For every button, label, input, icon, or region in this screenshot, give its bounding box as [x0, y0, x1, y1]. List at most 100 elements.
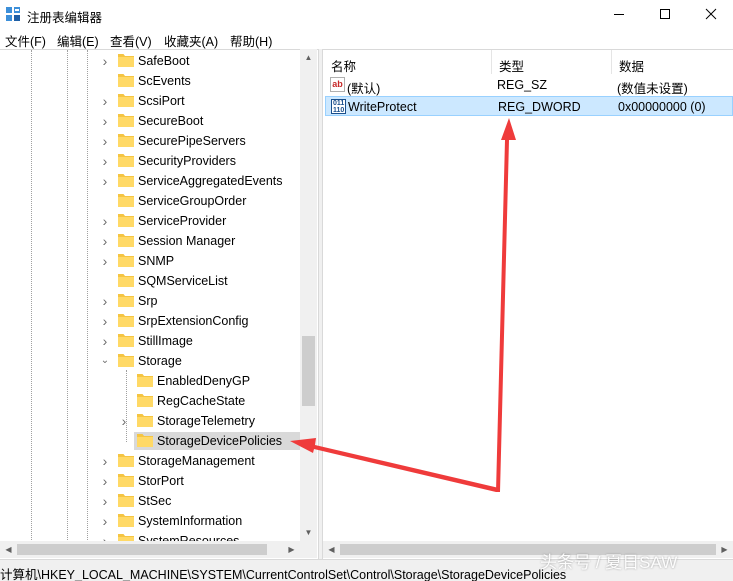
tree-horizontal-scrollbar[interactable]: ◀ ▶	[0, 541, 300, 558]
scroll-right-icon[interactable]: ▶	[716, 541, 733, 558]
chevron-right-icon[interactable]: ›	[100, 214, 110, 228]
title-bar: 注册表编辑器	[0, 0, 733, 28]
tree-item[interactable]: › Session Manager	[0, 231, 300, 251]
tree-item-label: Storage	[138, 354, 182, 368]
scroll-left-icon[interactable]: ◀	[0, 541, 17, 558]
value-list-pane: 名称 类型 数据 ab (默认) REG_SZ (数值未设置) 011 110 Write…	[323, 49, 733, 559]
column-header-data[interactable]: 数据	[611, 50, 733, 74]
list-cell-name: (默认)	[347, 82, 381, 96]
folder-icon	[137, 434, 153, 447]
list-row[interactable]: 011 110 WriteProtect REG_DWORD 0x00000000 (…	[325, 96, 733, 116]
tree-item[interactable]: ServiceGroupOrder	[0, 191, 300, 211]
chevron-right-icon[interactable]: ›	[100, 234, 110, 248]
tree-item[interactable]: SQMServiceList	[0, 271, 300, 291]
tree-hscroll-thumb[interactable]	[17, 544, 267, 555]
binary-value-icon: 011 110	[331, 99, 346, 114]
tree-item[interactable]: › SecureBoot	[0, 111, 300, 131]
list-cell-data: (数值未设置)	[617, 82, 688, 96]
chevron-right-icon[interactable]: ›	[100, 54, 110, 68]
tree-item[interactable]: › StorPort	[0, 471, 300, 491]
tree-item-label: RegCacheState	[157, 394, 246, 408]
tree-item[interactable]: › ScsiPort	[0, 91, 300, 111]
folder-icon	[118, 274, 134, 287]
chevron-right-icon[interactable]: ›	[100, 334, 110, 348]
tree-item-label: ScEvents	[138, 74, 191, 88]
chevron-right-icon[interactable]: ›	[100, 314, 110, 328]
maximize-button[interactable]	[642, 0, 688, 28]
tree-item[interactable]: StorageDevicePolicies	[0, 431, 314, 451]
chevron-right-icon[interactable]: ›	[100, 134, 110, 148]
menu-favorites[interactable]: 收藏夹(A)	[164, 31, 218, 50]
column-header-name[interactable]: 名称	[323, 50, 491, 74]
tree-item-label: StSec	[138, 494, 172, 508]
tree-item[interactable]: › StillImage	[0, 331, 300, 351]
tree-item[interactable]: › ServiceAggregatedEvents	[0, 171, 300, 191]
tree-item[interactable]: RegCacheState	[0, 391, 300, 411]
tree-item[interactable]: › StorageManagement	[0, 451, 300, 471]
tree-item[interactable]: › SystemInformation	[0, 511, 300, 531]
column-header-type[interactable]: 类型	[491, 50, 611, 74]
chevron-right-icon[interactable]: ›	[100, 114, 110, 128]
list-cell-name: WriteProtect	[348, 100, 417, 114]
menu-view[interactable]: 查看(V)	[110, 31, 152, 50]
chevron-right-icon[interactable]: ›	[100, 174, 110, 188]
folder-icon	[118, 174, 134, 187]
tree-item[interactable]: › SecurePipeServers	[0, 131, 300, 151]
tree-item[interactable]: › SafeBoot	[0, 51, 300, 71]
tree-item-label: ServiceGroupOrder	[138, 194, 247, 208]
list-cell-type: REG_SZ	[497, 78, 548, 92]
tree-item[interactable]: › ServiceProvider	[0, 211, 300, 231]
folder-icon	[137, 374, 153, 387]
folder-icon	[118, 454, 134, 467]
tree-item-label: StorPort	[138, 474, 184, 488]
tree-vertical-scrollbar[interactable]: ▲ ▼	[300, 49, 317, 541]
tree-item-label: SecureBoot	[138, 114, 204, 128]
chevron-right-icon[interactable]: ›	[100, 94, 110, 108]
menu-help[interactable]: 帮助(H)	[230, 31, 272, 50]
close-button[interactable]	[688, 0, 733, 28]
chevron-down-icon[interactable]: ⌄	[100, 354, 110, 368]
scroll-left-icon[interactable]: ◀	[323, 541, 340, 558]
regedit-app-icon	[6, 7, 20, 21]
menu-bar: 文件(F) 编辑(E) 查看(V) 收藏夹(A) 帮助(H)	[0, 28, 733, 49]
tree-item-label: SecurityProviders	[138, 154, 236, 168]
chevron-right-icon[interactable]: ›	[100, 154, 110, 168]
tree-item[interactable]: › StorageTelemetry	[0, 411, 300, 431]
tree-item-label: Srp	[138, 294, 158, 308]
tree-item[interactable]: › Srp	[0, 291, 300, 311]
tree-item-label: ServiceAggregatedEvents	[138, 174, 283, 188]
tree-item-label: StillImage	[138, 334, 193, 348]
tree-item[interactable]: › SecurityProviders	[0, 151, 300, 171]
tree-item[interactable]: EnabledDenyGP	[0, 371, 300, 391]
chevron-right-icon[interactable]: ›	[119, 414, 129, 428]
tree-item[interactable]: › SNMP	[0, 251, 300, 271]
string-value-icon: ab	[330, 77, 345, 92]
tree-scroll-thumb[interactable]	[302, 336, 315, 406]
chevron-right-icon[interactable]: ›	[100, 454, 110, 468]
tree-item-label: SrpExtensionConfig	[138, 314, 249, 328]
tree-item[interactable]: › SrpExtensionConfig	[0, 311, 300, 331]
menu-edit[interactable]: 编辑(E)	[57, 31, 99, 50]
chevron-right-icon[interactable]: ›	[100, 474, 110, 488]
tree-item-label: SystemInformation	[138, 514, 243, 528]
scroll-down-icon[interactable]: ▼	[300, 524, 317, 541]
chevron-right-icon[interactable]: ›	[100, 494, 110, 508]
folder-icon	[118, 194, 134, 207]
tree-item-label: ServiceProvider	[138, 214, 227, 228]
folder-icon	[118, 474, 134, 487]
folder-icon	[137, 414, 153, 427]
scroll-right-icon[interactable]: ▶	[283, 541, 300, 558]
folder-icon	[118, 114, 134, 127]
tree-item-label: StorageDevicePolicies	[157, 434, 283, 448]
tree-item[interactable]: ⌄ Storage	[0, 351, 300, 371]
chevron-right-icon[interactable]: ›	[100, 514, 110, 528]
menu-file[interactable]: 文件(F)	[5, 31, 46, 50]
tree-item[interactable]: › StSec	[0, 491, 300, 511]
minimize-button[interactable]	[596, 0, 642, 28]
chevron-right-icon[interactable]: ›	[100, 294, 110, 308]
maximize-icon	[660, 9, 670, 19]
list-row[interactable]: ab (默认) REG_SZ (数值未设置)	[325, 75, 733, 96]
chevron-right-icon[interactable]: ›	[100, 254, 110, 268]
tree-item[interactable]: ScEvents	[0, 71, 300, 91]
scroll-up-icon[interactable]: ▲	[300, 49, 317, 66]
